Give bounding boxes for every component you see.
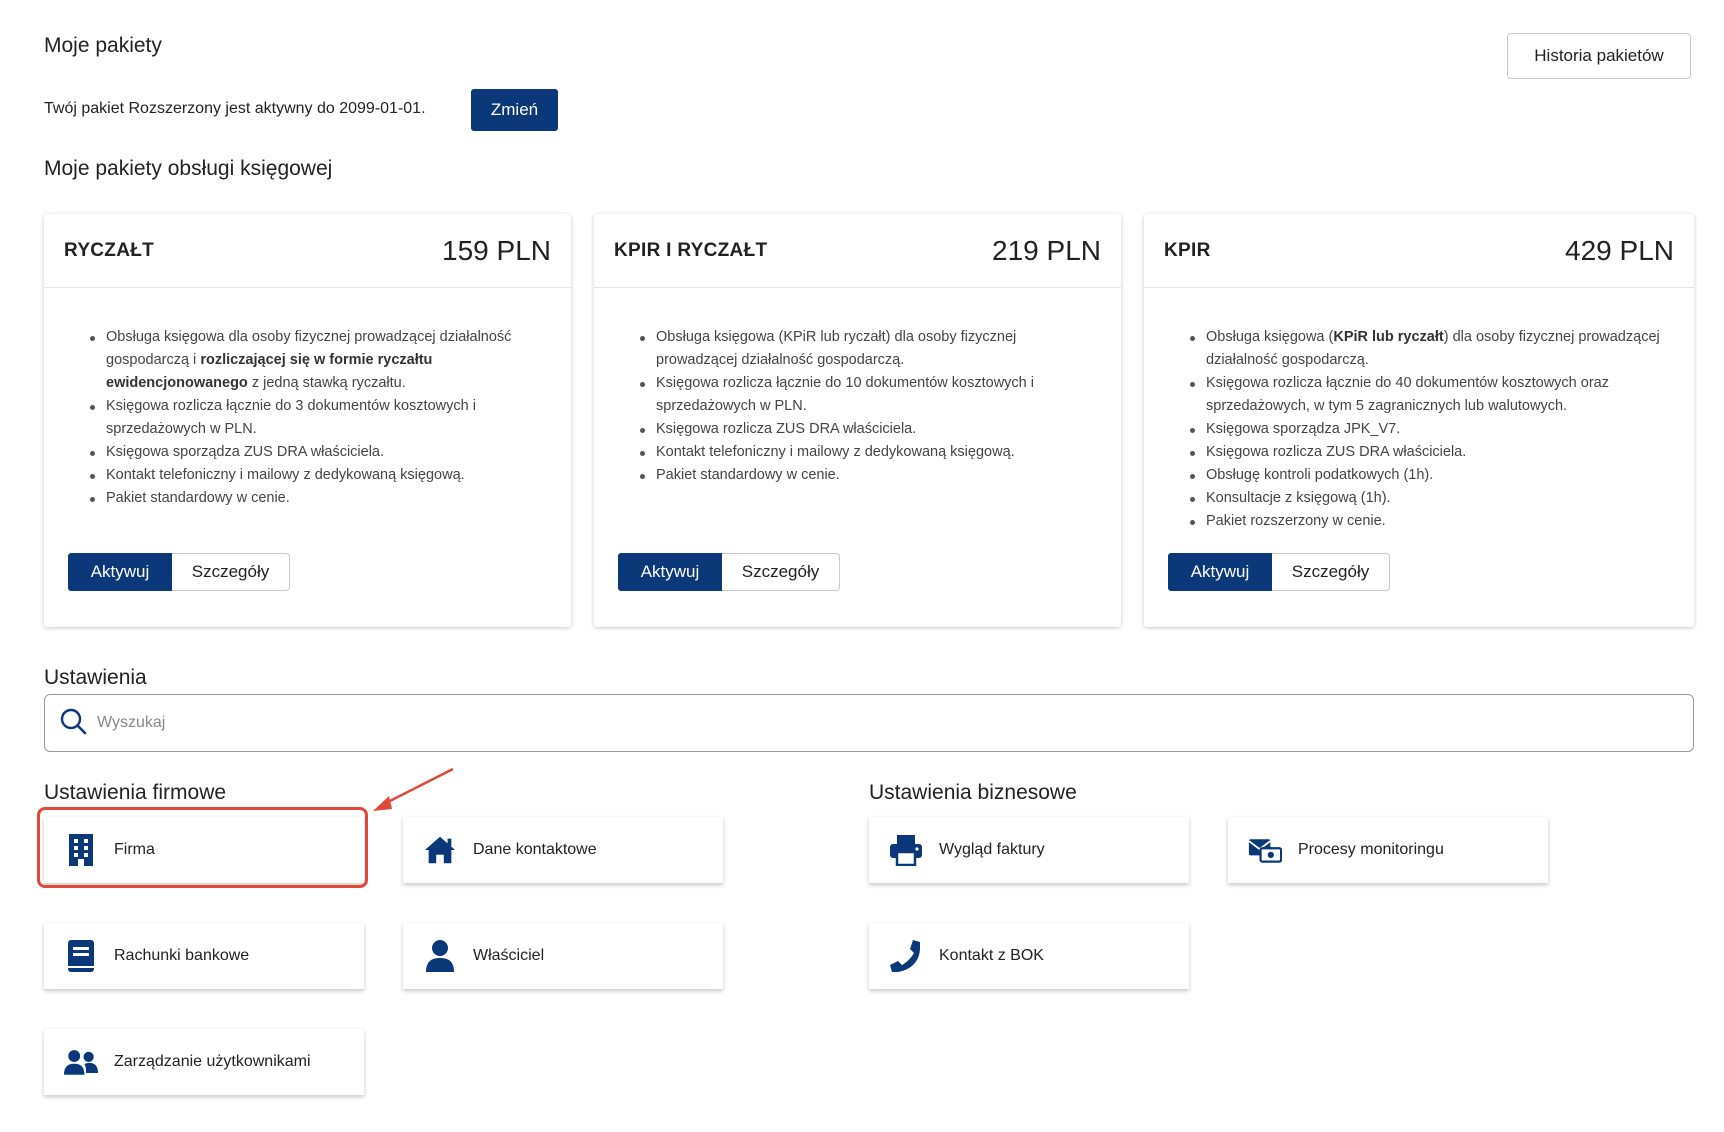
feature-item: Konsultacje z księgową (1h).	[1190, 487, 1674, 510]
feature-item: Pakiet standardowy w cenie.	[640, 464, 1101, 487]
feature-item: Księgowa sporządza ZUS DRA właściciela.	[90, 441, 551, 464]
search-box	[44, 694, 1694, 752]
tile-label: Kontakt z BOK	[939, 947, 1044, 964]
tile-firma[interactable]: Firma	[44, 817, 364, 883]
building-icon	[64, 833, 98, 867]
card-name: RYCZAŁT	[64, 239, 155, 261]
package-status-text: Twój pakiet Rozszerzony jest aktywny do …	[44, 100, 426, 117]
feature-item: Pakiet standardowy w cenie.	[90, 487, 551, 510]
company-settings-title: Ustawienia firmowe	[44, 781, 227, 804]
tile-label: Firma	[114, 841, 155, 858]
activate-button[interactable]: Aktywuj	[1168, 553, 1272, 591]
envelope-money-icon	[1248, 833, 1282, 867]
annotation-arrow-icon	[373, 767, 454, 811]
card-price: 219 PLN	[992, 234, 1101, 266]
card-price: 159 PLN	[442, 234, 551, 266]
business-settings-title: Ustawienia biznesowe	[869, 781, 1077, 804]
details-button[interactable]: Szczegóły	[1272, 553, 1390, 591]
feature-item: Księgowa rozlicza łącznie do 3 dokumentó…	[90, 395, 551, 441]
card-name: KPIR	[1164, 239, 1211, 261]
accounting-section-title: Moje pakiety obsługi księgowej	[44, 157, 333, 180]
card-features-list: Obsługa księgowa (KPiR lub ryczałt) dla …	[1190, 326, 1674, 533]
users-icon	[64, 1045, 98, 1079]
card-features-list: Obsługa księgowa (KPiR lub ryczałt) dla …	[640, 326, 1101, 487]
feature-item: Księgowa rozlicza ZUS DRA właściciela.	[640, 418, 1101, 441]
user-icon	[423, 939, 457, 973]
feature-item: Pakiet rozszerzony w cenie.	[1190, 510, 1674, 533]
search-icon	[59, 707, 87, 740]
tile-wyglad-faktury[interactable]: Wygląd faktury	[869, 817, 1189, 883]
tile-kontakt-z-bok[interactable]: Kontakt z BOK	[869, 923, 1189, 989]
package-card-kpir: KPIR 429 PLN Obsługa księgowa (KPiR lub …	[1144, 214, 1694, 627]
tile-label: Zarządzanie użytkownikami	[114, 1053, 311, 1070]
settings-title: Ustawienia	[44, 666, 147, 689]
page-title: Moje pakiety	[44, 34, 162, 57]
feature-item: Obsługę kontroli podatkowych (1h).	[1190, 464, 1674, 487]
tile-label: Wygląd faktury	[939, 841, 1045, 858]
tile-wlasciciel[interactable]: Właściciel	[403, 923, 723, 989]
feature-item: Obsługa księgowa dla osoby fizycznej pro…	[90, 326, 551, 395]
printer-icon	[889, 833, 923, 867]
tile-label: Właściciel	[473, 947, 545, 964]
feature-item: Obsługa księgowa (KPiR lub ryczałt) dla …	[1190, 326, 1674, 372]
phone-icon	[889, 939, 923, 973]
change-package-button[interactable]: Zmień	[471, 89, 558, 131]
feature-item: Kontakt telefoniczny i mailowy z dedykow…	[90, 464, 551, 487]
book-icon	[64, 939, 98, 973]
details-button[interactable]: Szczegóły	[722, 553, 840, 591]
tile-dane-kontaktowe[interactable]: Dane kontaktowe	[403, 817, 723, 883]
tile-procesy-monitoringu[interactable]: Procesy monitoringu	[1228, 817, 1548, 883]
feature-item: Księgowa rozlicza łącznie do 40 dokument…	[1190, 372, 1674, 418]
tile-label: Dane kontaktowe	[473, 841, 597, 858]
feature-item: Kontakt telefoniczny i mailowy z dedykow…	[640, 441, 1101, 464]
details-button[interactable]: Szczegóły	[172, 553, 290, 591]
tile-zarzadzanie-uzytkownikami[interactable]: Zarządzanie użytkownikami	[44, 1029, 364, 1095]
card-features-list: Obsługa księgowa dla osoby fizycznej pro…	[90, 326, 551, 510]
tile-label: Rachunki bankowe	[114, 947, 250, 964]
tile-label: Procesy monitoringu	[1298, 841, 1444, 858]
feature-item: Księgowa sporządza JPK_V7.	[1190, 418, 1674, 441]
home-icon	[423, 833, 457, 867]
package-card-kpir-ryczalt: KPIR I RYCZAŁT 219 PLN Obsługa księgowa …	[594, 214, 1121, 627]
feature-item: Księgowa rozlicza łącznie do 10 dokument…	[640, 372, 1101, 418]
tile-rachunki-bankowe[interactable]: Rachunki bankowe	[44, 923, 364, 989]
history-button[interactable]: Historia pakietów	[1507, 33, 1691, 79]
activate-button[interactable]: Aktywuj	[68, 553, 172, 591]
card-price: 429 PLN	[1565, 234, 1674, 266]
activate-button[interactable]: Aktywuj	[618, 553, 722, 591]
card-name: KPIR I RYCZAŁT	[614, 239, 768, 261]
search-input[interactable]	[97, 714, 1597, 732]
feature-item: Księgowa rozlicza ZUS DRA właściciela.	[1190, 441, 1674, 464]
package-card-ryczalt: RYCZAŁT 159 PLN Obsługa księgowa dla oso…	[44, 214, 571, 627]
feature-item: Obsługa księgowa (KPiR lub ryczałt) dla …	[640, 326, 1101, 372]
